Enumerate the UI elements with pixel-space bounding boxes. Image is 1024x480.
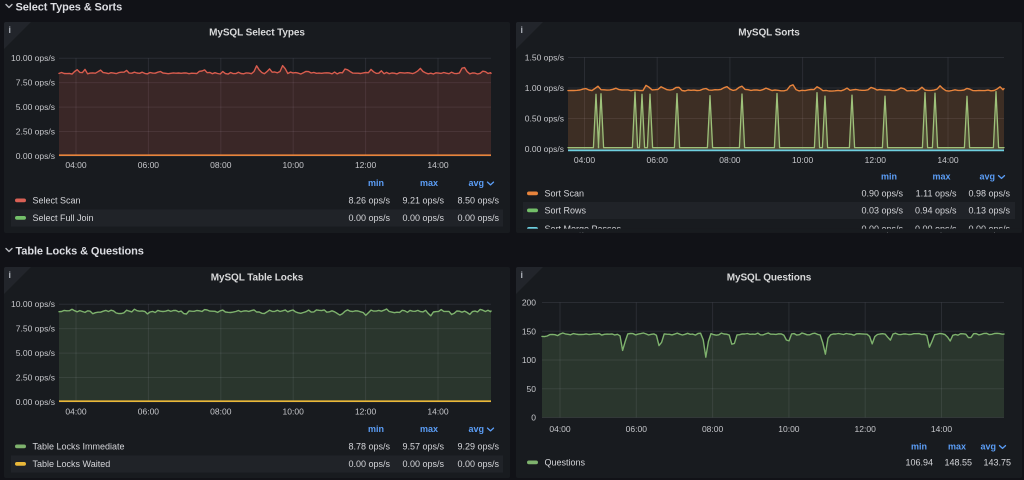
svg-text:06:00: 06:00 xyxy=(647,155,669,165)
svg-text:06:00: 06:00 xyxy=(138,160,160,170)
svg-text:9.21 ops/s: 9.21 ops/s xyxy=(402,196,444,206)
svg-text:10:00: 10:00 xyxy=(792,155,814,165)
svg-text:max: max xyxy=(948,442,966,452)
svg-text:50: 50 xyxy=(527,384,537,394)
svg-text:i: i xyxy=(8,270,11,281)
svg-text:1.50 ops/s: 1.50 ops/s xyxy=(525,53,564,63)
svg-text:i: i xyxy=(520,270,523,281)
svg-text:08:00: 08:00 xyxy=(719,155,741,165)
svg-text:Table Locks Waited: Table Locks Waited xyxy=(33,459,111,469)
svg-text:0: 0 xyxy=(531,413,536,423)
svg-text:14:00: 14:00 xyxy=(427,160,449,170)
svg-text:8.26 ops/s: 8.26 ops/s xyxy=(348,196,390,206)
svg-text:0.00 ops/s: 0.00 ops/s xyxy=(402,459,444,469)
svg-text:10.00 ops/s: 10.00 ops/s xyxy=(11,53,55,63)
svg-text:2.50 ops/s: 2.50 ops/s xyxy=(16,127,55,137)
svg-text:0.00 ops/s: 0.00 ops/s xyxy=(16,151,55,161)
svg-text:max: max xyxy=(932,172,950,182)
svg-text:04:00: 04:00 xyxy=(574,155,596,165)
svg-text:0.00 ops/s: 0.00 ops/s xyxy=(525,144,564,154)
svg-text:min: min xyxy=(368,424,384,434)
svg-text:min: min xyxy=(368,178,384,188)
svg-text:Select Types & Sorts: Select Types & Sorts xyxy=(16,2,123,14)
svg-text:MySQL Questions: MySQL Questions xyxy=(727,273,812,284)
svg-text:9.57 ops/s: 9.57 ops/s xyxy=(402,442,444,452)
svg-text:Select Full Join: Select Full Join xyxy=(33,213,94,223)
svg-text:9.29 ops/s: 9.29 ops/s xyxy=(457,442,499,452)
svg-text:0.00 ops/s: 0.00 ops/s xyxy=(348,459,390,469)
svg-text:5.00 ops/s: 5.00 ops/s xyxy=(16,102,55,112)
svg-text:0.00 ops/s: 0.00 ops/s xyxy=(16,397,55,407)
svg-text:Sort Scan: Sort Scan xyxy=(545,189,585,199)
svg-text:06:00: 06:00 xyxy=(138,407,160,417)
svg-text:04:00: 04:00 xyxy=(65,407,87,417)
svg-text:06:00: 06:00 xyxy=(626,424,648,434)
svg-text:143.75: 143.75 xyxy=(983,458,1011,468)
svg-text:7.50 ops/s: 7.50 ops/s xyxy=(16,324,55,334)
svg-text:avg: avg xyxy=(979,172,995,182)
svg-text:2.50 ops/s: 2.50 ops/s xyxy=(16,373,55,383)
svg-text:max: max xyxy=(420,424,438,434)
svg-text:12:00: 12:00 xyxy=(855,424,877,434)
svg-text:0.50 ops/s: 0.50 ops/s xyxy=(525,114,564,124)
svg-text:0.00 ops/s: 0.00 ops/s xyxy=(402,213,444,223)
svg-text:0.00 ops/s: 0.00 ops/s xyxy=(457,213,499,223)
svg-text:min: min xyxy=(911,442,927,452)
svg-text:avg: avg xyxy=(980,442,996,452)
svg-text:14:00: 14:00 xyxy=(937,155,959,165)
svg-text:12:00: 12:00 xyxy=(865,155,887,165)
svg-text:106.94: 106.94 xyxy=(905,458,933,468)
svg-text:0.94 ops/s: 0.94 ops/s xyxy=(915,206,957,216)
svg-text:200: 200 xyxy=(522,298,536,308)
svg-text:Questions: Questions xyxy=(545,458,586,468)
svg-text:10:00: 10:00 xyxy=(283,407,305,417)
svg-text:min: min xyxy=(881,172,897,182)
svg-text:avg: avg xyxy=(468,178,484,188)
svg-text:8.78 ops/s: 8.78 ops/s xyxy=(348,442,390,452)
svg-text:1.00 ops/s: 1.00 ops/s xyxy=(525,83,564,93)
svg-text:12:00: 12:00 xyxy=(355,160,377,170)
svg-text:avg: avg xyxy=(468,424,484,434)
svg-text:i: i xyxy=(8,25,11,36)
svg-text:04:00: 04:00 xyxy=(65,160,87,170)
svg-text:MySQL Table Locks: MySQL Table Locks xyxy=(211,273,304,284)
svg-text:14:00: 14:00 xyxy=(931,424,953,434)
svg-text:04:00: 04:00 xyxy=(549,424,571,434)
svg-text:Table Locks Immediate: Table Locks Immediate xyxy=(33,442,125,452)
svg-text:MySQL Sorts: MySQL Sorts xyxy=(738,28,800,39)
svg-text:10.00 ops/s: 10.00 ops/s xyxy=(11,299,55,309)
svg-text:10:00: 10:00 xyxy=(283,160,305,170)
svg-text:08:00: 08:00 xyxy=(210,407,232,417)
svg-text:08:00: 08:00 xyxy=(210,160,232,170)
svg-text:Select Scan: Select Scan xyxy=(33,196,81,206)
svg-text:0.90 ops/s: 0.90 ops/s xyxy=(861,189,903,199)
svg-text:0.00 ops/s: 0.00 ops/s xyxy=(348,213,390,223)
svg-text:8.50 ops/s: 8.50 ops/s xyxy=(457,196,499,206)
svg-text:0.13 ops/s: 0.13 ops/s xyxy=(968,206,1010,216)
svg-text:0.03 ops/s: 0.03 ops/s xyxy=(861,206,903,216)
svg-text:150: 150 xyxy=(522,326,536,336)
svg-text:1.11 ops/s: 1.11 ops/s xyxy=(916,189,957,199)
svg-text:5.00 ops/s: 5.00 ops/s xyxy=(16,348,55,358)
svg-text:0.98 ops/s: 0.98 ops/s xyxy=(968,189,1010,199)
svg-text:Sort Rows: Sort Rows xyxy=(545,206,587,216)
svg-text:12:00: 12:00 xyxy=(355,407,377,417)
svg-text:08:00: 08:00 xyxy=(702,424,724,434)
svg-text:7.50 ops/s: 7.50 ops/s xyxy=(16,78,55,88)
svg-text:10:00: 10:00 xyxy=(778,424,800,434)
svg-text:148.55: 148.55 xyxy=(944,458,972,468)
svg-text:i: i xyxy=(520,25,523,36)
svg-text:max: max xyxy=(420,178,438,188)
svg-text:0.00 ops/s: 0.00 ops/s xyxy=(457,459,499,469)
svg-text:MySQL Select Types: MySQL Select Types xyxy=(209,28,305,39)
svg-text:14:00: 14:00 xyxy=(427,407,449,417)
svg-text:100: 100 xyxy=(522,355,536,365)
svg-text:Table Locks & Questions: Table Locks & Questions xyxy=(16,246,144,258)
